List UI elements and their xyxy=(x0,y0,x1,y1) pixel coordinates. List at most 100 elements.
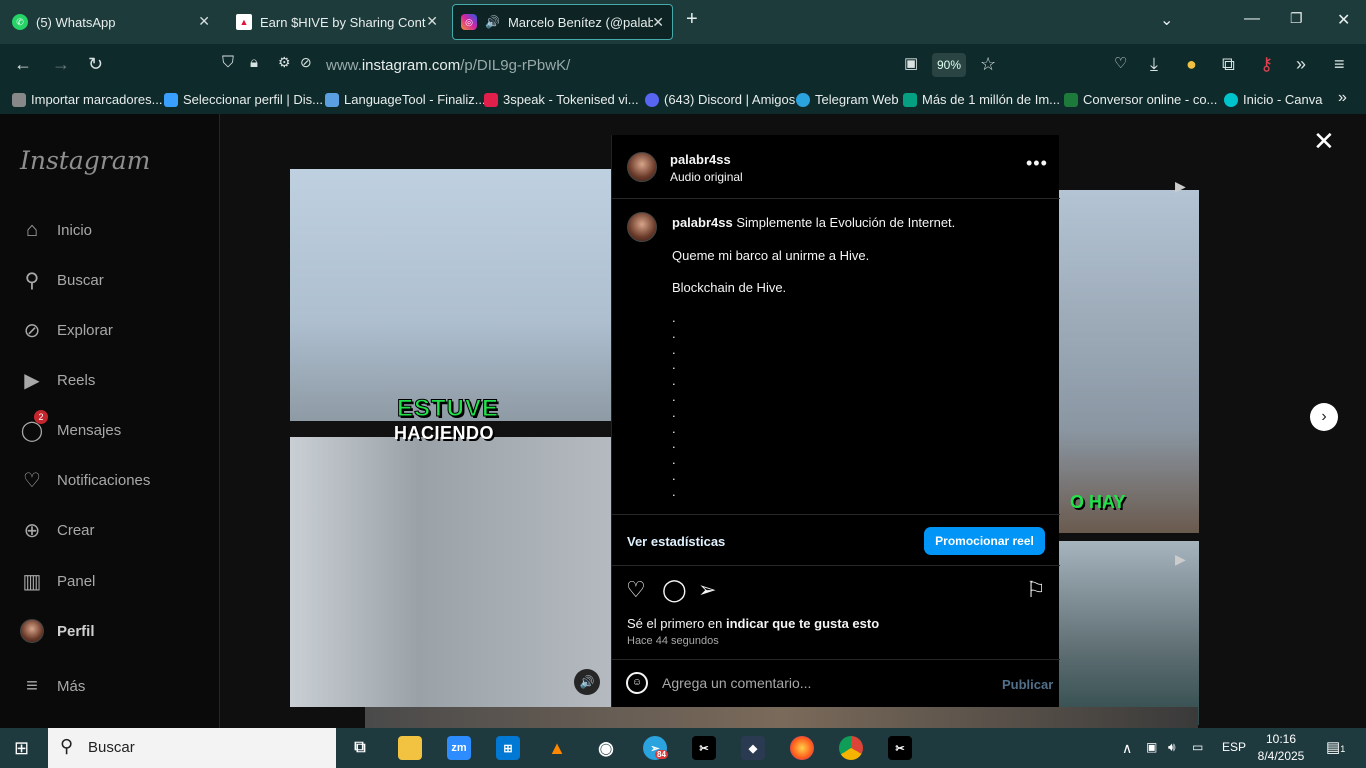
audio-label[interactable]: Audio original xyxy=(670,170,743,184)
close-tab-icon[interactable]: ✕ xyxy=(426,13,438,30)
bookmark-item[interactable]: Seleccionar perfil | Dis... xyxy=(164,92,323,107)
comment-icon[interactable]: ◯ xyxy=(662,577,687,603)
view-stats-link[interactable]: Ver estadísticas xyxy=(627,534,725,549)
clock[interactable]: 10:16 8/4/2025 xyxy=(1256,731,1306,765)
bookmark-item[interactable]: (643) Discord | Amigos xyxy=(645,92,795,107)
bookmark-item[interactable]: Inicio - Canva xyxy=(1224,92,1322,107)
comment-input[interactable]: Agrega un comentario... xyxy=(662,675,811,691)
pocket-icon[interactable]: ♡ xyxy=(1114,54,1127,72)
vlc-icon[interactable]: ▲ xyxy=(545,736,569,760)
meet-icon[interactable]: ▣ xyxy=(1146,740,1157,754)
save-icon[interactable]: ⚐ xyxy=(1026,577,1046,603)
permissions-icon[interactable]: ⚙ xyxy=(278,54,291,71)
reel-thumbnail-row[interactable] xyxy=(365,707,1198,728)
network-icon[interactable]: ▭ xyxy=(1192,740,1203,754)
file-explorer-icon[interactable] xyxy=(398,736,422,760)
back-icon[interactable]: ← xyxy=(14,54,32,75)
bookmark-item[interactable]: Telegram Web xyxy=(796,92,899,107)
windows-start-icon[interactable]: ⊞ xyxy=(14,738,29,759)
firefox-icon[interactable] xyxy=(790,736,814,760)
bookmark-item[interactable]: LanguageTool - Finaliz... xyxy=(325,92,486,107)
reel-thumbnail[interactable] xyxy=(1059,190,1199,533)
sidebar-item-buscar[interactable]: ⚲ Buscar xyxy=(20,266,104,294)
close-tab-icon[interactable]: ✕ xyxy=(652,14,664,31)
menu-icon[interactable]: ≡ xyxy=(1334,54,1345,75)
avatar[interactable] xyxy=(627,152,657,182)
post-panel: palabr4ss Audio original ••• palabr4ss S… xyxy=(611,135,1060,707)
tab-title: Earn $HIVE by Sharing Content xyxy=(260,14,426,30)
tab-instagram[interactable]: ◎ 🔊 Marcelo Benítez (@palabr4 ✕ xyxy=(452,4,673,40)
url-bar[interactable]: www.instagram.com/p/DIL9g-rPbwK/ xyxy=(326,57,570,74)
language-indicator[interactable]: ESP xyxy=(1222,740,1246,754)
sidebar-item-explorar[interactable]: ⊘ Explorar xyxy=(20,316,113,344)
sidebar-item-mas[interactable]: ≡ Más xyxy=(20,672,85,700)
bookmark-item[interactable]: Importar marcadores... xyxy=(12,92,163,107)
taskbar-search[interactable]: ⚲ Buscar xyxy=(48,728,336,768)
password-icon[interactable]: ⚷ xyxy=(1260,54,1273,75)
share-icon[interactable]: ➢ xyxy=(698,577,716,603)
sidebar-item-inicio[interactable]: ⌂ Inicio xyxy=(20,216,92,244)
bookmark-item[interactable]: 3speak - Tokenised vi... xyxy=(484,92,639,107)
more-bookmarks-icon[interactable]: » xyxy=(1338,89,1347,107)
star-icon[interactable]: ☆ xyxy=(980,54,996,75)
store-icon[interactable]: ⊞ xyxy=(496,736,520,760)
volume-icon[interactable]: 🔊 xyxy=(574,669,600,695)
tray-expand-icon[interactable]: ∧ xyxy=(1122,740,1132,757)
tab-list-icon[interactable]: ⌄ xyxy=(1160,10,1173,30)
like-this-link[interactable]: indicar que te gusta esto xyxy=(726,616,879,631)
capcut-icon[interactable]: ✂ xyxy=(888,736,912,760)
new-tab-icon[interactable]: + xyxy=(686,8,698,31)
post-username[interactable]: palabr4ss xyxy=(670,152,731,167)
app-icon[interactable]: ◆ xyxy=(741,736,765,760)
overflow-icon[interactable]: » xyxy=(1296,54,1306,75)
caption-username[interactable]: palabr4ss xyxy=(672,215,733,230)
extensions-icon[interactable]: ⧉ xyxy=(1222,54,1235,75)
next-post-icon[interactable]: › xyxy=(1310,403,1338,431)
reel-thumbnail[interactable] xyxy=(1059,541,1199,725)
close-tab-icon[interactable]: ✕ xyxy=(198,13,210,30)
more-options-icon[interactable]: ••• xyxy=(1026,153,1048,174)
tab-whatsapp[interactable]: ✆ (5) WhatsApp ✕ xyxy=(4,4,218,40)
avatar[interactable] xyxy=(627,212,657,242)
emoji-icon[interactable]: ☺ xyxy=(626,672,648,694)
shield-icon[interactable]: ⛉ xyxy=(222,54,234,72)
telegram-icon[interactable]: ➢ 84 xyxy=(643,736,668,760)
instagram-logo[interactable]: Instagram xyxy=(20,146,150,175)
sidebar-item-mensajes[interactable]: ◯ 2 Mensajes xyxy=(20,410,121,444)
task-view-icon[interactable]: ⧉ xyxy=(348,736,372,760)
notifications-icon[interactable]: ▤1 xyxy=(1326,738,1345,756)
close-window-icon[interactable]: ✕ xyxy=(1337,10,1350,30)
zoom-level[interactable]: 90% xyxy=(932,53,966,77)
reel-video[interactable]: ESTUVE HACIENDO 🔊 xyxy=(290,169,611,707)
publish-button[interactable]: Publicar xyxy=(1002,677,1053,692)
tab-hive[interactable]: ▲ Earn $HIVE by Sharing Content ✕ xyxy=(228,4,446,40)
hive-icon: ▲ xyxy=(236,14,252,30)
sidebar-item-perfil[interactable]: Perfil xyxy=(20,617,95,645)
bookmark-item[interactable]: Conversor online - co... xyxy=(1064,92,1217,107)
volume-icon[interactable]: 🔊︎ xyxy=(1168,740,1176,755)
restore-icon[interactable]: ❐ xyxy=(1290,10,1303,27)
forward-icon[interactable]: → xyxy=(52,54,70,75)
like-icon[interactable]: ♡ xyxy=(626,577,646,603)
lock-icon[interactable]: 🔒︎ xyxy=(250,54,258,71)
minimize-icon[interactable]: — xyxy=(1244,10,1260,28)
zoom-app-icon[interactable]: zm xyxy=(447,736,471,760)
sidebar-item-notificaciones[interactable]: ♡ Notificaciones xyxy=(20,466,150,494)
capcut-icon[interactable]: ✂ xyxy=(692,736,716,760)
camera-blocked-icon[interactable]: ⊘ xyxy=(300,54,312,71)
reader-view-icon[interactable]: ▣ xyxy=(904,54,918,72)
compass-icon: ⊘ xyxy=(23,319,41,342)
promote-reel-button[interactable]: Promocionar reel xyxy=(924,527,1045,555)
sidebar-item-crear[interactable]: ⊕ Crear xyxy=(20,516,95,544)
sidebar-item-panel[interactable]: ▥ Panel xyxy=(20,567,96,595)
speaker-icon[interactable]: 🔊 xyxy=(485,15,500,29)
bookmark-item[interactable]: Más de 1 millón de Im... xyxy=(903,92,1060,107)
obs-icon[interactable]: ◉ xyxy=(594,736,618,760)
close-modal-icon[interactable]: ✕ xyxy=(1313,126,1335,157)
account-icon[interactable]: ● xyxy=(1186,54,1197,75)
reload-icon[interactable]: ↻ xyxy=(88,54,103,75)
post-timestamp[interactable]: Hace 44 segundos xyxy=(627,635,719,647)
sidebar-item-reels[interactable]: ▶ Reels xyxy=(20,366,95,394)
chrome-icon[interactable] xyxy=(839,736,863,760)
download-icon[interactable]: ⤓ xyxy=(1150,54,1158,75)
